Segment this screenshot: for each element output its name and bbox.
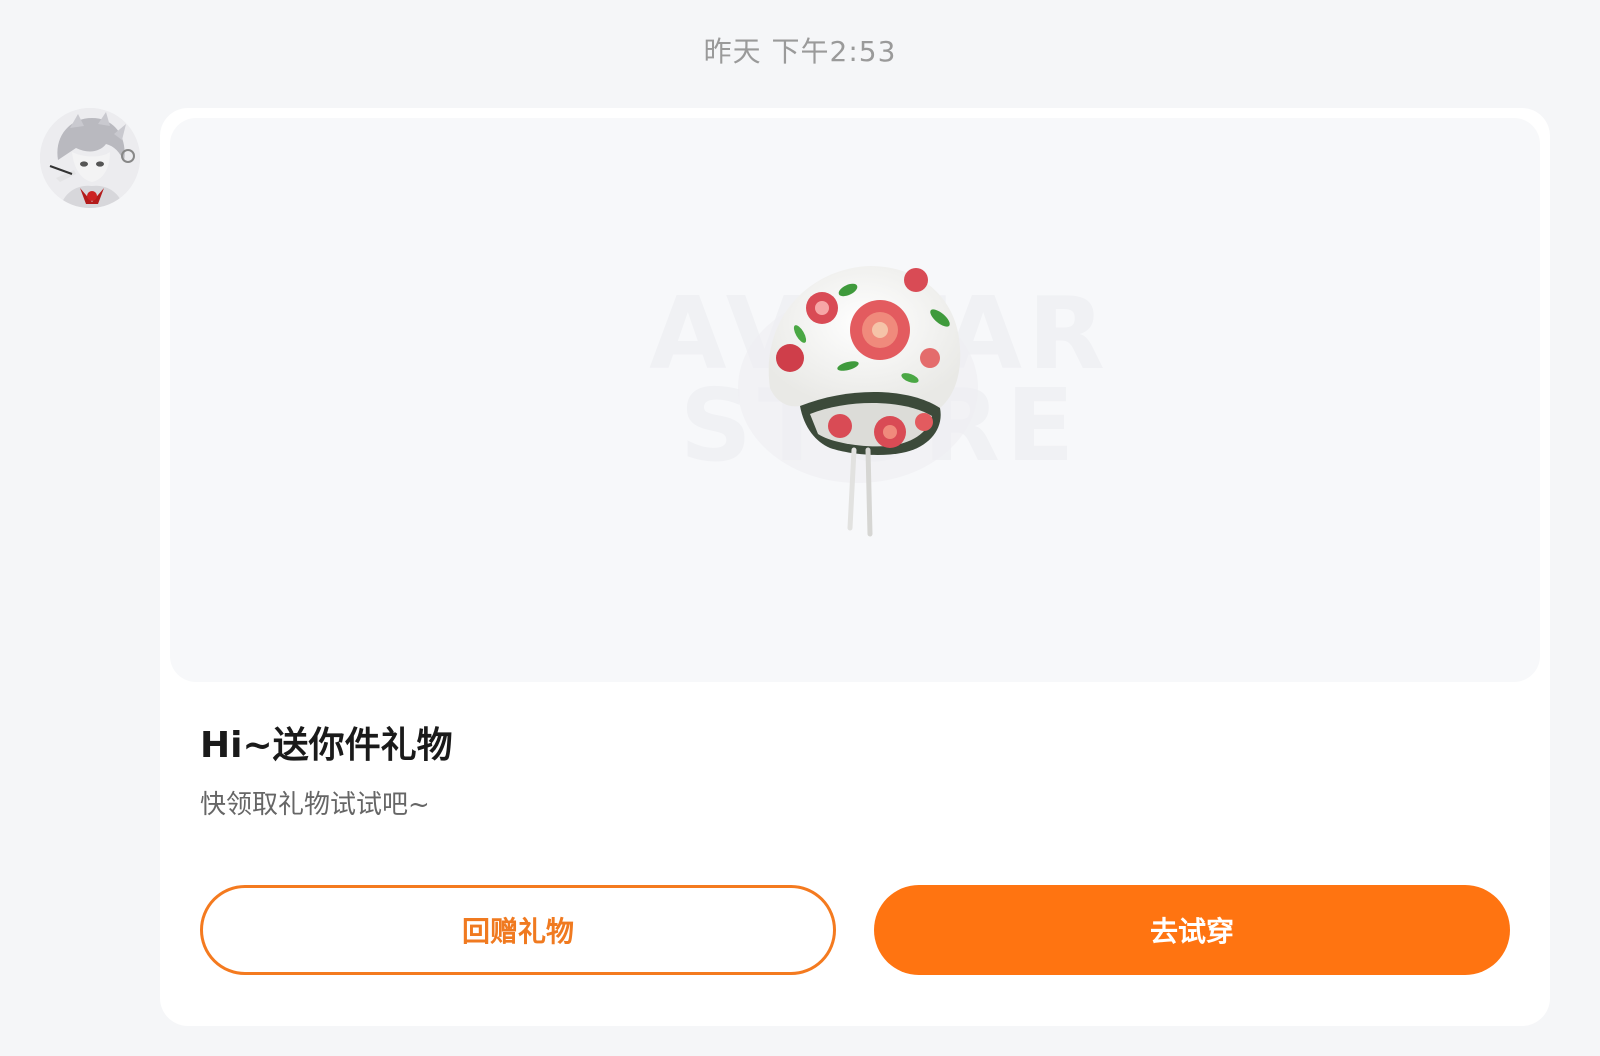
try-on-button[interactable]: 去试穿 [874, 885, 1510, 975]
user-avatar-icon [40, 108, 140, 208]
sender-avatar[interactable] [40, 108, 140, 208]
gift-card-subtitle: 快领取礼物试试吧~ [200, 790, 430, 820]
return-gift-button[interactable]: 回赠礼物 [200, 885, 836, 975]
message-timestamp: 昨天 下午2:53 [703, 35, 897, 68]
floral-bandana-hat-icon [738, 266, 978, 537]
gift-card-title: Hi~送你件礼物 [200, 725, 453, 766]
gift-image[interactable]: AVATAR STORE [170, 118, 1540, 682]
gift-message-card[interactable]: AVATAR STORE [160, 108, 1550, 1026]
